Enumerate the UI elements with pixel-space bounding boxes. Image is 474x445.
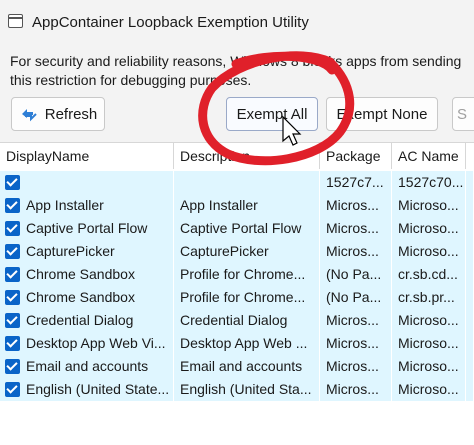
table-header: DisplayName Description Package AC Name [0, 143, 474, 169]
ac-name-cell: Microso... [392, 309, 466, 332]
ac-name-cell: cr.sb.pr... [392, 286, 466, 309]
table-row[interactable]: App Installer App Installer Micros... Micro… [0, 194, 474, 218]
displayname-cell: Desktop App Web Vi... [20, 332, 174, 355]
column-header-displayname[interactable]: DisplayName [0, 143, 174, 169]
description-cell: Desktop App Web ... [174, 332, 320, 355]
displayname-cell: CapturePicker [20, 240, 174, 263]
column-header-ac-name[interactable]: AC Name [392, 143, 466, 169]
ac-name-cell: Microso... [392, 378, 466, 401]
notice-line-2: this restriction for debugging purposes. [10, 72, 252, 88]
extra-column-cell [466, 286, 474, 309]
apps-table: DisplayName Description Package AC Name … [0, 142, 474, 445]
window-title: AppContainer Loopback Exemption Utility [32, 14, 309, 31]
package-cell: Micros... [320, 240, 392, 263]
exempt-all-label: Exempt All [236, 105, 308, 123]
save-button[interactable]: S [452, 97, 474, 131]
extra-column-cell [466, 240, 474, 263]
ac-name-cell: Microso... [392, 355, 466, 378]
package-cell: (No Pa... [320, 263, 392, 286]
exempt-checkbox[interactable] [5, 244, 20, 259]
extra-column-cell [466, 378, 474, 401]
exempt-checkbox[interactable] [5, 382, 20, 397]
refresh-label: Refresh [44, 105, 98, 123]
description-cell: Profile for Chrome... [174, 263, 320, 286]
table-row[interactable]: Chrome Sandbox Profile for Chrome... (No P… [0, 263, 474, 287]
table-row[interactable]: English (United State... English (United … [0, 378, 474, 402]
extra-column-cell [466, 171, 474, 194]
displayname-cell: Credential Dialog [20, 309, 174, 332]
package-cell: Micros... [320, 309, 392, 332]
description-cell: Captive Portal Flow [174, 217, 320, 240]
exempt-checkbox[interactable] [5, 336, 20, 351]
description-cell: Email and accounts [174, 355, 320, 378]
description-cell: App Installer [174, 194, 320, 217]
exempt-checkbox[interactable] [5, 175, 20, 190]
ac-name-cell: cr.sb.cd... [392, 263, 466, 286]
displayname-cell: Chrome Sandbox [20, 263, 174, 286]
exempt-none-label: Exempt None [336, 105, 428, 123]
ac-name-cell: Microso... [392, 217, 466, 240]
extra-column-cell [466, 332, 474, 355]
column-header-package[interactable]: Package [320, 143, 392, 169]
package-cell: 1527c7... [320, 171, 392, 194]
extra-column-cell [466, 194, 474, 217]
exempt-checkbox[interactable] [5, 359, 20, 374]
exempt-none-button[interactable]: Exempt None [326, 97, 438, 131]
ac-name-cell: Microso... [392, 332, 466, 355]
displayname-cell [20, 171, 174, 194]
table-row[interactable]: Captive Portal Flow Captive Portal Flow Mi… [0, 217, 474, 241]
table-row[interactable]: 1527c7... 1527c70... [0, 171, 474, 195]
description-cell: Profile for Chrome... [174, 286, 320, 309]
extra-column-cell [466, 355, 474, 378]
displayname-cell: Chrome Sandbox [20, 286, 174, 309]
extra-column-cell [466, 217, 474, 240]
package-cell: Micros... [320, 217, 392, 240]
description-cell: Credential Dialog [174, 309, 320, 332]
column-header-description[interactable]: Description [174, 143, 320, 169]
exempt-checkbox[interactable] [5, 313, 20, 328]
description-cell: English (United Sta... [174, 378, 320, 401]
refresh-button[interactable]: Refresh [11, 97, 105, 131]
refresh-icon [21, 109, 37, 122]
save-label: S [457, 105, 468, 123]
app-window: AppContainer Loopback Exemption Utility … [0, 0, 474, 445]
package-cell: Micros... [320, 378, 392, 401]
table-row[interactable]: CapturePicker CapturePicker Micros... Micro… [0, 240, 474, 264]
exempt-checkbox[interactable] [5, 221, 20, 236]
table-row[interactable]: Chrome Sandbox Profile for Chrome... (No P… [0, 286, 474, 310]
exempt-checkbox[interactable] [5, 267, 20, 282]
package-cell: (No Pa... [320, 286, 392, 309]
description-cell: CapturePicker [174, 240, 320, 263]
exempt-all-button[interactable]: Exempt All [226, 97, 318, 131]
table-row[interactable]: Desktop App Web Vi... Desktop App Web ...… [0, 332, 474, 356]
package-cell: Micros... [320, 194, 392, 217]
security-notice: For security and reliability reasons, Wi… [10, 52, 472, 90]
package-cell: Micros... [320, 355, 392, 378]
displayname-cell: English (United State... [20, 378, 174, 401]
title-bar: AppContainer Loopback Exemption Utility [0, 0, 474, 46]
exempt-checkbox[interactable] [5, 290, 20, 305]
table-row[interactable]: Credential Dialog Credential Dialog Micros… [0, 309, 474, 333]
window-icon [8, 14, 23, 28]
notice-line-1: For security and reliability reasons, Wi… [10, 53, 462, 69]
table-row[interactable]: Email and accounts Email and accounts Micr… [0, 355, 474, 379]
ac-name-cell: Microso... [392, 194, 466, 217]
description-cell [174, 171, 320, 194]
displayname-cell: Captive Portal Flow [20, 217, 174, 240]
ac-name-cell: 1527c70... [392, 171, 466, 194]
exempt-checkbox[interactable] [5, 198, 20, 213]
displayname-cell: Email and accounts [20, 355, 174, 378]
package-cell: Micros... [320, 332, 392, 355]
extra-column-cell [466, 309, 474, 332]
ac-name-cell: Microso... [392, 240, 466, 263]
extra-column-cell [466, 263, 474, 286]
displayname-cell: App Installer [20, 194, 174, 217]
